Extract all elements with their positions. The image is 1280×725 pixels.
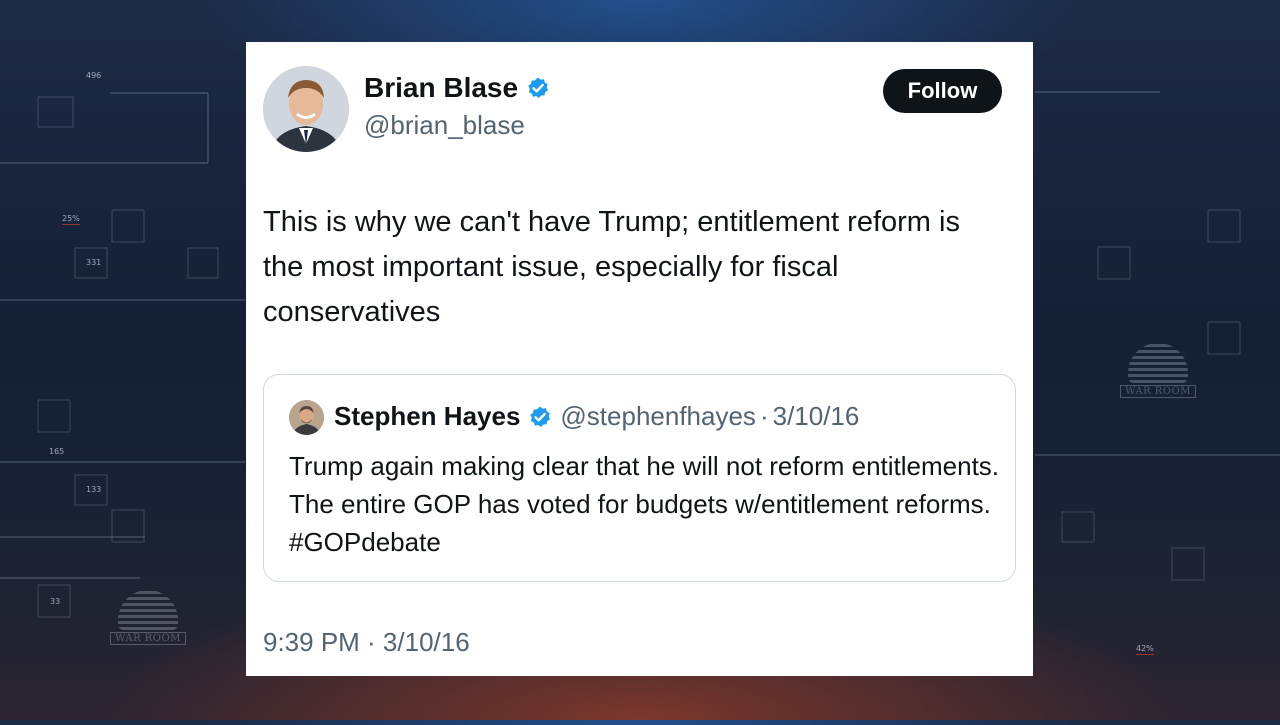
tweet-card: Brian Blase @brian_blase Follow This is … [246, 42, 1033, 676]
author-name-row: Brian Blase [364, 72, 550, 104]
quoted-tweet-text: Trump again making clear that he will no… [289, 451, 1000, 557]
author-handle[interactable]: @brian_blase [364, 110, 525, 141]
author-name[interactable]: Brian Blase [364, 72, 518, 104]
watermark-text: WAR ROOM [1120, 385, 1196, 398]
war-room-watermark: WAR ROOM [1118, 332, 1198, 398]
follow-button[interactable]: Follow [883, 69, 1002, 113]
quoted-tweet-header: Stephen Hayes @stephenfhayes · 3/10/16 [334, 401, 859, 432]
background-number: 331 [86, 258, 102, 267]
profile-photo-icon [289, 400, 324, 435]
watermark-text: WAR ROOM [110, 632, 186, 645]
war-room-watermark: WAR ROOM [108, 575, 188, 645]
verified-badge-icon [528, 77, 549, 98]
author-avatar[interactable] [263, 66, 349, 152]
quoted-tweet[interactable]: Stephen Hayes @stephenfhayes · 3/10/16 T… [263, 374, 1016, 582]
verified-badge-icon [530, 406, 551, 427]
quoted-author-name[interactable]: Stephen Hayes [334, 401, 520, 432]
background-number: 33 [50, 597, 61, 606]
quoted-tweet-date[interactable]: 3/10/16 [773, 401, 860, 432]
eagle-logo-icon [118, 590, 178, 630]
eagle-logo-icon [1128, 343, 1188, 383]
background-number: 25% [62, 214, 80, 225]
background-number: 496 [86, 71, 102, 80]
quoted-author-handle[interactable]: @stephenfhayes [560, 401, 756, 432]
quoted-author-avatar[interactable] [289, 400, 324, 435]
tweet-text: This is why we can't have Trump; entitle… [263, 206, 960, 328]
tweet-timestamp[interactable]: 9:39 PM · 3/10/16 [263, 627, 470, 658]
separator-dot: · [759, 401, 769, 431]
background-number: 133 [86, 485, 102, 494]
background-number: 165 [49, 447, 65, 456]
background-number: 42% [1136, 644, 1154, 655]
profile-photo-icon [263, 66, 349, 152]
